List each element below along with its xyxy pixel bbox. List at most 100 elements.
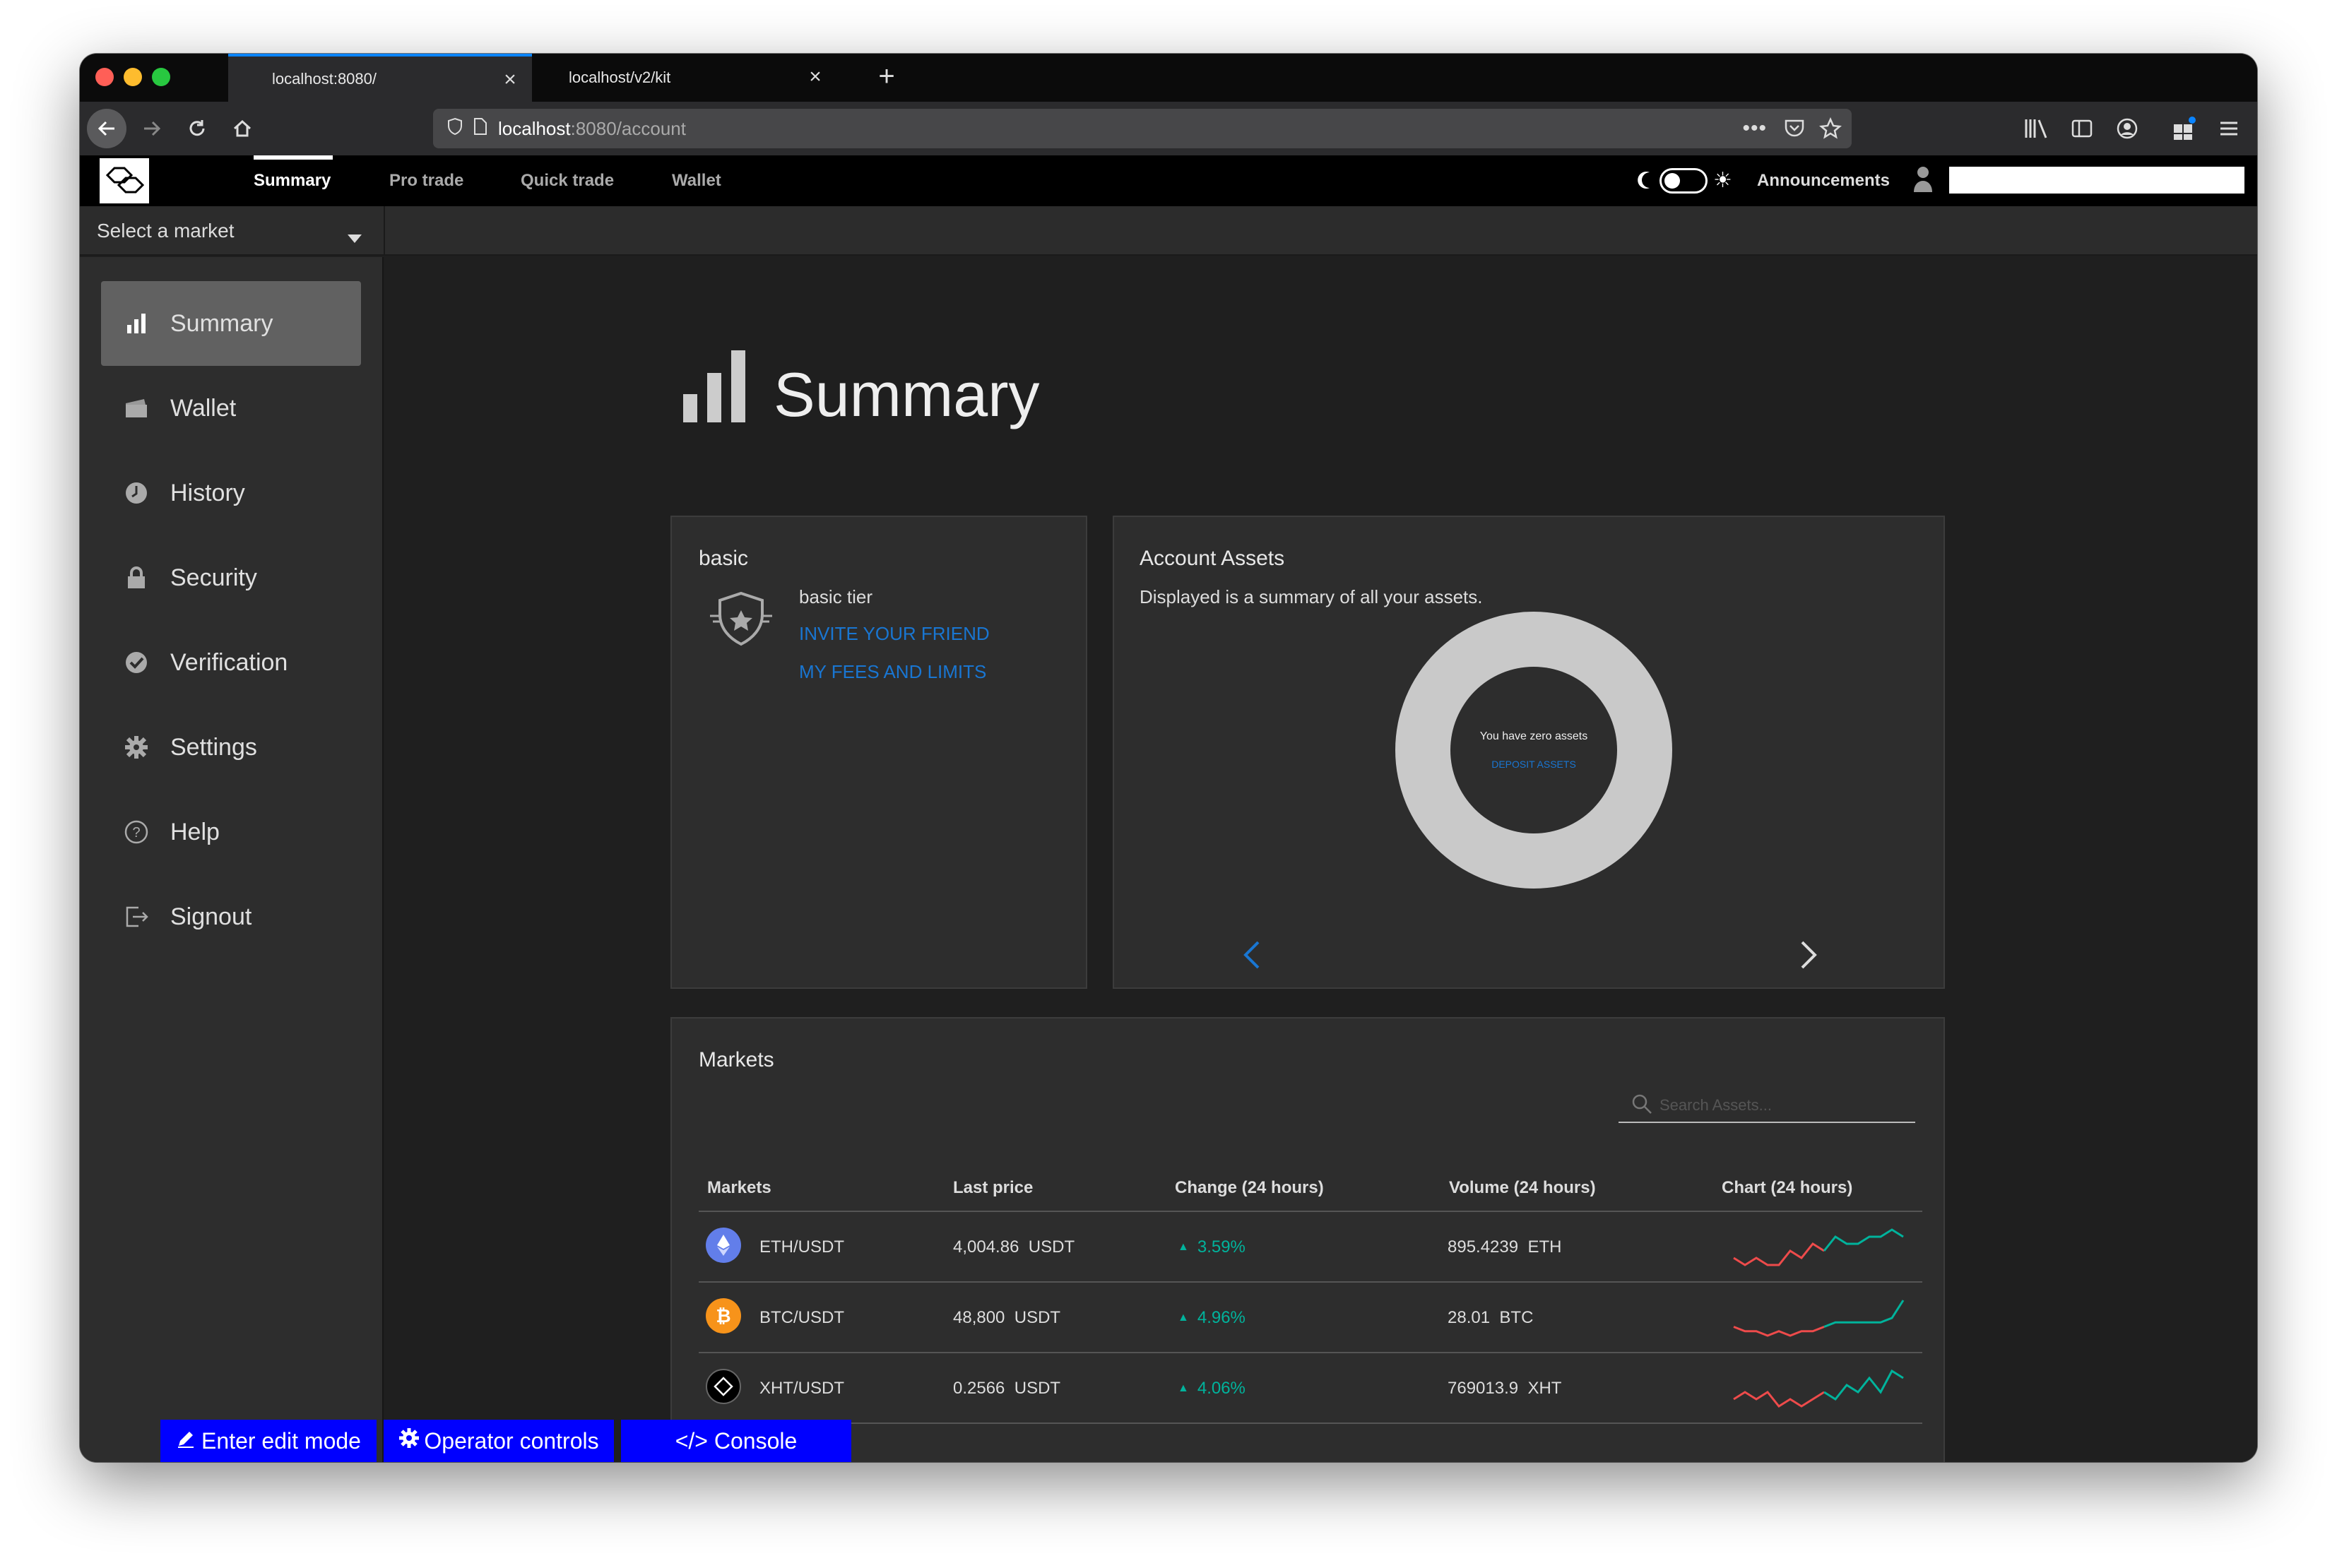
market-select[interactable]: Select a market (80, 206, 385, 256)
nav-wallet[interactable]: Wallet (672, 155, 721, 206)
sparkline-segment (1823, 1300, 1905, 1328)
chevron-down-icon (347, 226, 362, 249)
user-icon[interactable] (1912, 165, 1934, 197)
column-header: Volume (24 hours) (1449, 1178, 1596, 1197)
sidebar-item-label: History (170, 479, 245, 506)
bookmark-star-icon[interactable] (1819, 117, 1842, 145)
invite-friend-link[interactable]: INVITE YOUR FRIEND (799, 623, 990, 645)
search-assets-input[interactable]: Search Assets... (1619, 1089, 1915, 1123)
menu-icon[interactable] (2218, 117, 2240, 143)
back-icon[interactable] (87, 109, 126, 148)
browser-toolbar: localhost:8080/account ••• (80, 102, 2257, 155)
sidebar-item-security[interactable]: Security (101, 535, 361, 620)
last-price: 4,004.86 USDT (953, 1212, 1075, 1283)
sidebar-item-help[interactable]: ? Help (101, 790, 361, 874)
address-bar[interactable]: localhost:8080/account ••• (433, 109, 1852, 148)
account-icon[interactable] (2116, 117, 2138, 143)
sidebar-item-label: Verification (170, 648, 288, 676)
sidebar-toggle-icon[interactable] (2071, 117, 2093, 143)
more-actions-icon[interactable]: ••• (1742, 117, 1767, 141)
tier-card-title: basic (699, 547, 749, 570)
xht-coin-icon (706, 1369, 741, 1404)
sidebar-item-label: Wallet (170, 394, 237, 422)
tab-close-icon[interactable]: × (499, 69, 521, 90)
sidebar-item-history[interactable]: History (101, 451, 361, 535)
chevron-left-icon[interactable] (1243, 941, 1261, 973)
sidebar-item-signout[interactable]: Signout (101, 874, 361, 959)
browser-tab-active[interactable]: localhost:8080/ × (228, 54, 532, 102)
bar-chart-icon (124, 311, 149, 336)
minimize-window-button[interactable] (124, 68, 142, 86)
sparkline-segment (1823, 1369, 1904, 1401)
table-row[interactable]: XHT/USDT 0.2566 USDT ▲ 4.06% 769013.9 XHT (699, 1353, 1922, 1424)
sidebar-item-settings[interactable]: Settings (101, 705, 361, 790)
edit-mode-label: Enter edit mode (201, 1427, 361, 1454)
tab-close-icon[interactable]: × (805, 66, 826, 88)
theme-toggle[interactable] (1659, 168, 1708, 194)
market-pair: BTC/USDT (759, 1308, 844, 1327)
page-icon (473, 117, 488, 141)
forward-icon[interactable] (132, 109, 172, 148)
tab-title: localhost/v2/kit (569, 69, 671, 86)
market-bar: Select a market (80, 206, 2257, 256)
nav-summary[interactable]: Summary (254, 155, 331, 206)
pencil-icon (176, 1428, 196, 1454)
arrow-up-icon: ▲ (1178, 1312, 1189, 1324)
console-button[interactable]: </> Console (621, 1420, 851, 1462)
market-select-label: Select a market (97, 220, 235, 242)
sparkline-segment (1733, 1391, 1825, 1408)
pocket-icon[interactable] (1784, 119, 1805, 143)
gear-icon (398, 1427, 420, 1454)
user-info-box[interactable] (1949, 167, 2244, 194)
active-nav-indicator (254, 155, 333, 160)
sidebar-item-wallet[interactable]: Wallet (101, 366, 361, 451)
arrow-up-icon: ▲ (1178, 1382, 1189, 1394)
lock-icon (124, 565, 149, 590)
new-tab-icon[interactable]: + (872, 62, 901, 90)
extensions-icon[interactable] (2171, 116, 2196, 145)
btc-coin-icon: ₿ (706, 1298, 741, 1334)
markets-card-title: Markets (699, 1048, 774, 1071)
announcements-link[interactable]: Announcements (1757, 155, 1890, 206)
enter-edit-mode-button[interactable]: Enter edit mode (160, 1420, 377, 1462)
price-unit: USDT (1014, 1308, 1061, 1327)
theme-toggle-knob (1664, 173, 1680, 189)
reload-icon[interactable] (177, 109, 217, 148)
tier-badge-icon (707, 589, 775, 655)
table-row[interactable]: ₿ BTC/USDT 48,800 USDT ▲ 4.96% 28.01 BTC (699, 1283, 1922, 1353)
volume-value: 769013.9 (1448, 1379, 1519, 1398)
bar-chart-icon (682, 349, 748, 426)
sidebar: Summary Wallet History Security Verifica… (80, 257, 384, 1462)
browser-tab[interactable]: localhost/v2/kit × (532, 54, 837, 102)
volume-value: 28.01 (1448, 1308, 1491, 1327)
table-row[interactable]: ETH/USDT 4,004.86 USDT ▲ 3.59% 895.4239 E… (699, 1212, 1922, 1283)
home-icon[interactable] (223, 109, 262, 148)
nav-pro-trade[interactable]: Pro trade (389, 155, 463, 206)
chevron-right-icon[interactable] (1799, 941, 1818, 973)
sidebar-item-verification[interactable]: Verification (101, 620, 361, 705)
sparkline-chart (1733, 1369, 1904, 1408)
exchange-logo[interactable] (100, 158, 149, 203)
market-pair: ETH/USDT (759, 1237, 844, 1257)
deposit-assets-link[interactable]: DEPOSIT ASSETS (1491, 759, 1576, 770)
maximize-window-button[interactable] (152, 68, 170, 86)
fees-limits-link[interactable]: MY FEES AND LIMITS (799, 661, 986, 683)
sparkline-chart (1733, 1300, 1905, 1337)
sidebar-item-label: Help (170, 818, 220, 845)
moon-icon (1635, 170, 1654, 194)
tier-label: basic tier (799, 586, 873, 607)
sidebar-item-summary[interactable]: Summary (101, 281, 361, 366)
zero-assets-text: You have zero assets (1479, 730, 1588, 742)
url-host: localhost (498, 117, 571, 139)
close-window-button[interactable] (95, 68, 114, 86)
shield-icon[interactable] (446, 117, 464, 141)
library-icon[interactable] (2024, 117, 2048, 143)
browser-tab-bar: localhost:8080/ × localhost/v2/kit × + (80, 54, 2257, 102)
operator-controls-button[interactable]: Operator controls (384, 1420, 614, 1462)
column-header: Change (24 hours) (1175, 1178, 1324, 1197)
sparkline-segment (1823, 1228, 1904, 1252)
nav-quick-trade[interactable]: Quick trade (521, 155, 614, 206)
sidebar-item-label: Settings (170, 733, 257, 761)
search-placeholder: Search Assets... (1659, 1096, 1772, 1114)
sidebar-item-label: Security (170, 564, 257, 591)
